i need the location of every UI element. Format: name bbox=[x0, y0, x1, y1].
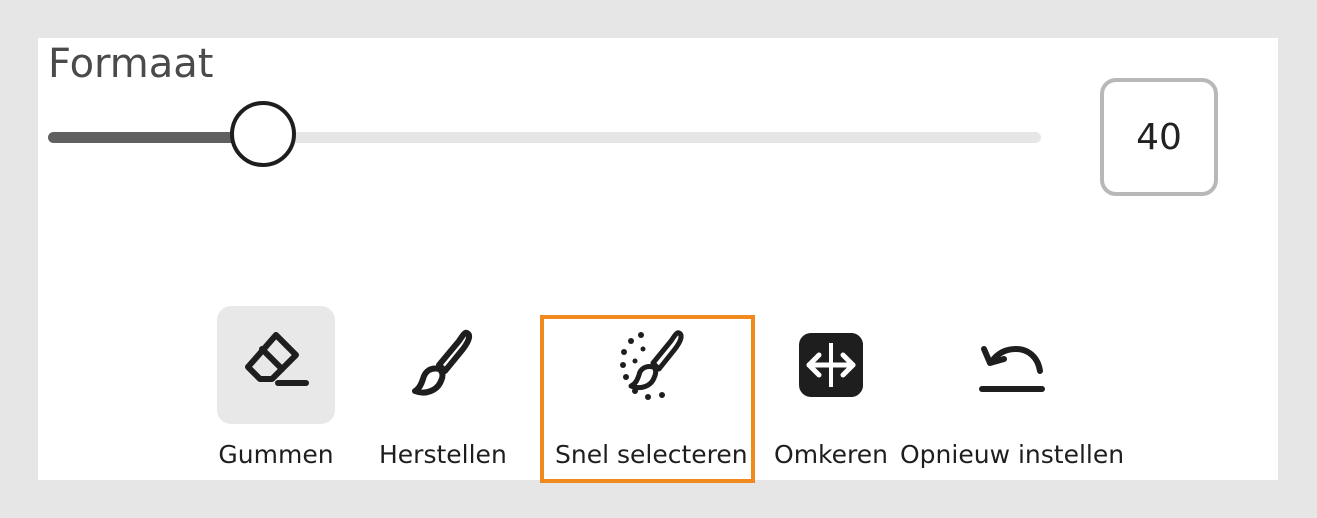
tool-label: Snel selecteren bbox=[555, 440, 748, 469]
tool-eraser[interactable]: Gummen bbox=[217, 306, 335, 470]
brush-icon bbox=[384, 306, 502, 424]
section-title: Formaat bbox=[48, 41, 214, 87]
eraser-icon bbox=[217, 306, 335, 424]
tool-restore[interactable]: Herstellen bbox=[379, 306, 507, 470]
invert-icon bbox=[772, 306, 890, 424]
brush-size-panel: Formaat 40 Gummen Herstellen Snel select… bbox=[38, 38, 1278, 483]
reset-icon bbox=[953, 306, 1071, 424]
quick-select-brush-icon bbox=[592, 306, 710, 424]
tool-label: Opnieuw instellen bbox=[900, 440, 1125, 469]
size-value-input[interactable]: 40 bbox=[1100, 78, 1218, 196]
tool-label: Omkeren bbox=[774, 440, 888, 469]
size-slider-track[interactable] bbox=[48, 132, 1041, 143]
tool-invert[interactable]: Omkeren bbox=[772, 306, 890, 470]
size-slider-thumb[interactable] bbox=[230, 101, 297, 167]
tool-label: Gummen bbox=[218, 440, 334, 469]
tool-label: Herstellen bbox=[379, 440, 507, 469]
tool-reset[interactable]: Opnieuw instellen bbox=[900, 306, 1124, 470]
tool-quick-select[interactable]: Snel selecteren bbox=[555, 306, 748, 470]
